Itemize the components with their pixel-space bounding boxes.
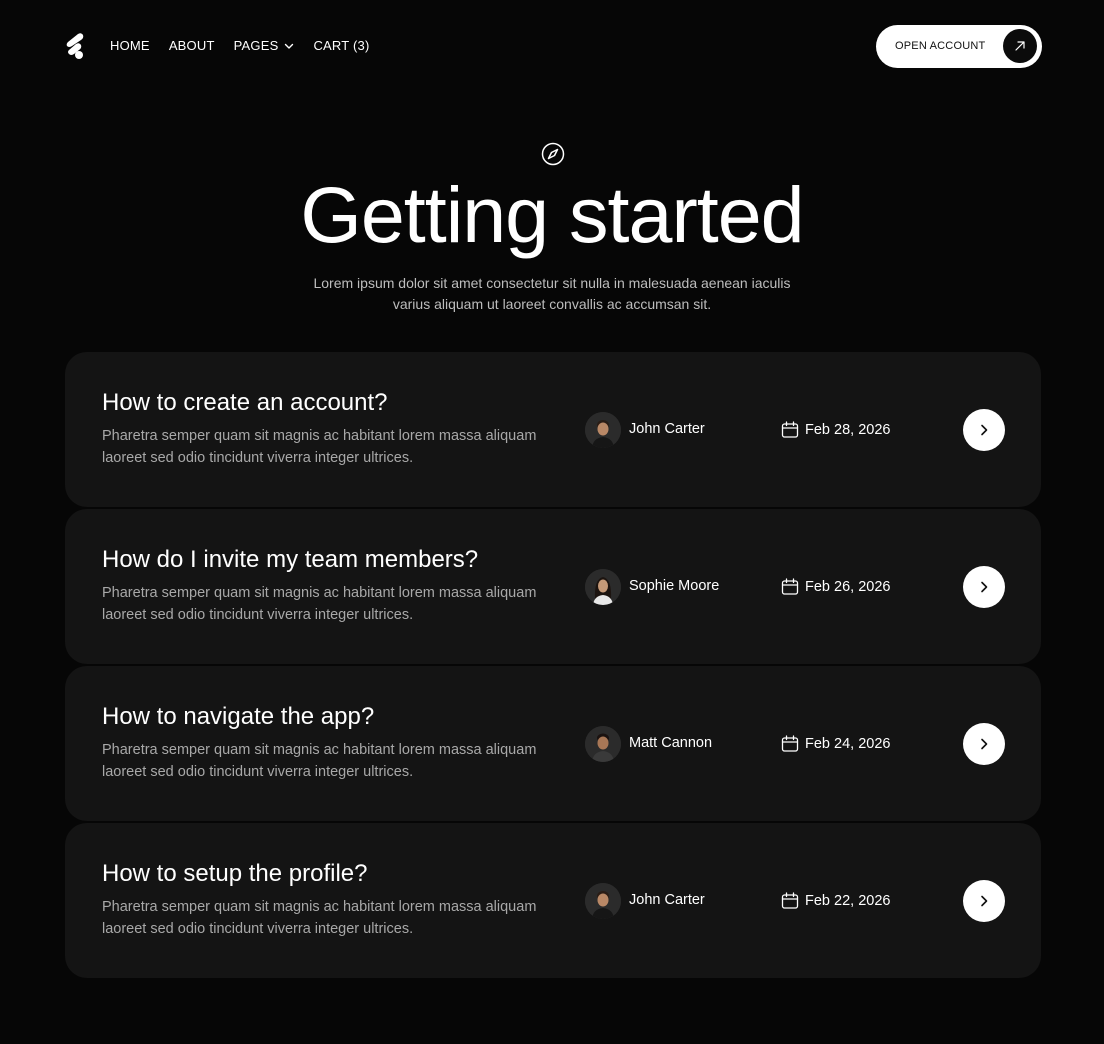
article-card[interactable]: How to create an account? Pharetra sempe…: [65, 352, 1041, 507]
site-header: HOME ABOUT PAGES CART (3) OPEN ACCOUNT: [0, 0, 1104, 92]
page: HOME ABOUT PAGES CART (3) OPEN ACCOUNT G…: [0, 0, 1104, 1044]
chevron-right-icon: [981, 424, 988, 436]
author-name: Sophie Moore: [629, 578, 720, 594]
author-name: Matt Cannon: [629, 735, 713, 751]
open-article-button[interactable]: [963, 880, 1005, 922]
nav-item-label: CART (3): [313, 38, 370, 53]
chevron-right-icon: [981, 738, 988, 750]
calendar-icon: [781, 578, 799, 595]
compass-icon: [541, 142, 565, 166]
nav-item-label: PAGES: [233, 38, 279, 53]
page-title: Getting started: [300, 170, 804, 259]
chevron-right-icon: [981, 581, 988, 593]
open-account-label: OPEN ACCOUNT: [895, 40, 986, 52]
main-nav: HOME ABOUT PAGES CART (3): [110, 38, 388, 53]
article-title[interactable]: How do I invite my team members?: [102, 546, 478, 574]
nav-item-home[interactable]: HOME: [110, 38, 150, 53]
nav-item-label: HOME: [110, 38, 150, 53]
article-date: Feb 26, 2026: [805, 579, 891, 595]
author-avatar: [585, 412, 621, 448]
author-avatar: [585, 726, 621, 762]
article-title[interactable]: How to create an account?: [102, 389, 388, 417]
nav-item-pages[interactable]: PAGES: [234, 38, 295, 53]
open-account-button[interactable]: OPEN ACCOUNT: [876, 25, 1042, 68]
article-card[interactable]: How to navigate the app? Pharetra semper…: [65, 666, 1041, 821]
article-date: Feb 28, 2026: [805, 422, 891, 438]
author-avatar: [585, 883, 621, 919]
article-date: Feb 22, 2026: [805, 893, 891, 909]
open-article-button[interactable]: [963, 409, 1005, 451]
article-description: Pharetra semper quam sit magnis ac habit…: [102, 585, 537, 623]
article-card[interactable]: How to setup the profile? Pharetra sempe…: [65, 823, 1041, 978]
article-list: How to create an account? Pharetra sempe…: [65, 352, 1041, 980]
author-avatar: [585, 569, 621, 605]
article-card[interactable]: How do I invite my team members? Pharetr…: [65, 509, 1041, 664]
author-name: John Carter: [629, 421, 705, 437]
chevron-right-icon: [981, 895, 988, 907]
nav-item-cart[interactable]: CART (3): [313, 38, 369, 53]
arrow-up-right-icon: [1003, 29, 1037, 63]
chevron-down-icon: [285, 43, 294, 49]
article-title[interactable]: How to setup the profile?: [102, 860, 368, 888]
article-description: Pharetra semper quam sit magnis ac habit…: [102, 428, 537, 466]
calendar-icon: [781, 421, 799, 438]
nav-item-label: ABOUT: [168, 38, 215, 53]
author-name: John Carter: [629, 892, 705, 908]
article-description: Pharetra semper quam sit magnis ac habit…: [102, 742, 537, 780]
article-title[interactable]: How to navigate the app?: [102, 703, 374, 731]
open-article-button[interactable]: [963, 566, 1005, 608]
open-article-button[interactable]: [963, 723, 1005, 765]
page-subtitle: Lorem ipsum dolor sit amet consectetur s…: [313, 275, 791, 312]
calendar-icon: [781, 892, 799, 909]
calendar-icon: [781, 735, 799, 752]
article-description: Pharetra semper quam sit magnis ac habit…: [102, 899, 537, 937]
brand-logo-icon[interactable]: [64, 32, 86, 60]
article-date: Feb 24, 2026: [805, 736, 891, 752]
nav-item-about[interactable]: ABOUT: [169, 38, 215, 53]
